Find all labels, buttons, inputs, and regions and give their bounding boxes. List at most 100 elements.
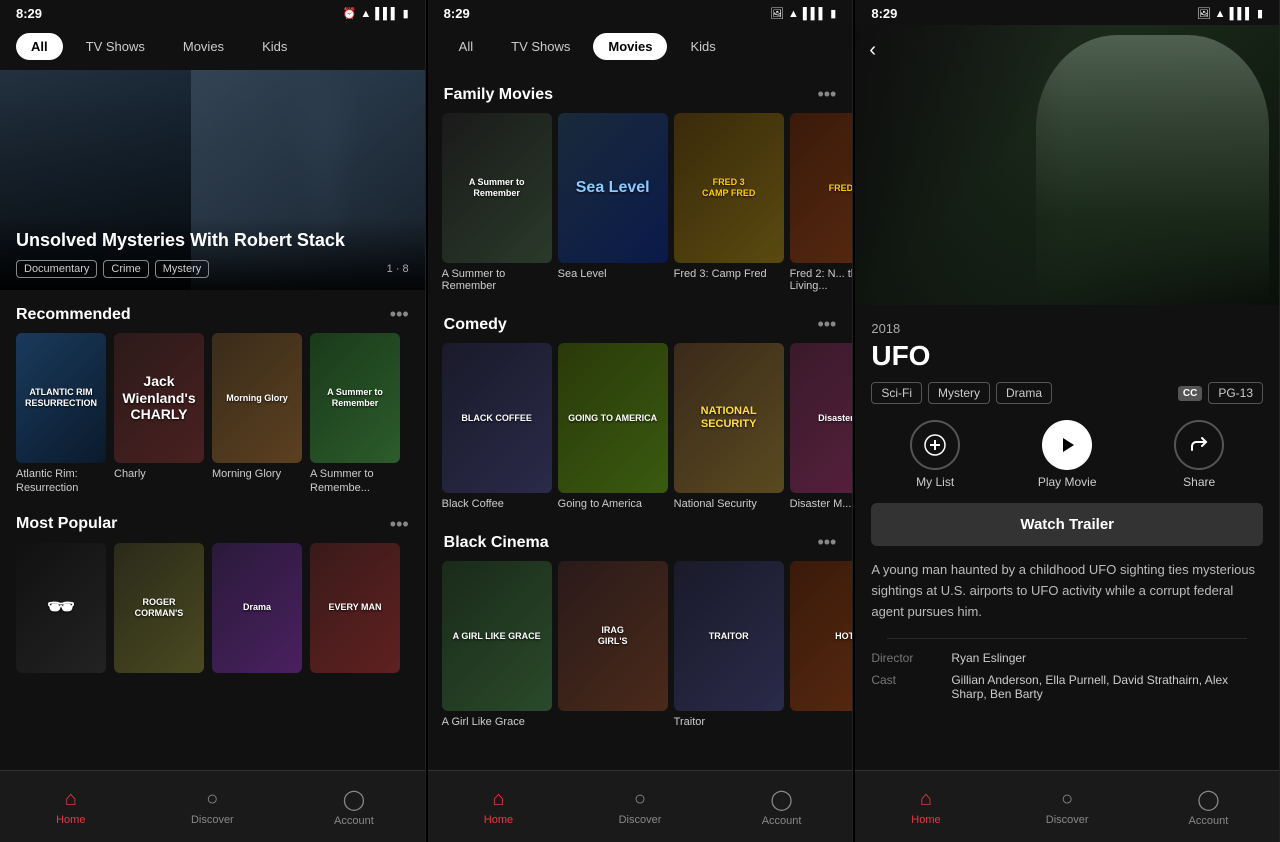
family-more-btn[interactable]: •••: [817, 84, 836, 105]
movie-label: Atlantic Rim: Resurrection: [16, 467, 106, 496]
nav-discover-3[interactable]: ○ Discover: [997, 771, 1138, 842]
list-item[interactable]: A Summer to Remember A Summer to Remembe…: [310, 333, 400, 496]
account-icon-2: ◯: [770, 787, 792, 812]
hero-banner-1[interactable]: Unsolved Mysteries With Robert Stack Doc…: [0, 70, 425, 290]
battery-icon-2: ▮: [830, 7, 836, 20]
nav-label-discover-3: Discover: [1046, 814, 1089, 826]
list-item[interactable]: HOT: [790, 561, 853, 728]
movie-thumb: GOING TO AMERICA: [558, 343, 668, 493]
hero-tag-crime[interactable]: Crime: [103, 260, 148, 278]
tab-all-2[interactable]: All: [444, 33, 488, 60]
bottom-nav-1: ⌂ Home ○ Discover ◯ Account: [0, 770, 425, 842]
list-item[interactable]: ROGER CORMAN'S: [114, 543, 204, 677]
account-icon: ◯: [343, 787, 365, 812]
nav-account-3[interactable]: ◯ Account: [1138, 771, 1279, 842]
popular-scroll[interactable]: 🕶 ROGER CORMAN'S Drama EVERY MAN: [0, 543, 425, 681]
nav-discover-2[interactable]: ○ Discover: [569, 771, 711, 842]
tab-movies-1[interactable]: Movies: [168, 33, 239, 60]
detail-hero: ‹: [855, 25, 1279, 305]
hero-tag-mystery[interactable]: Mystery: [155, 260, 210, 278]
family-movies-row[interactable]: A Summer to Remember A Summer to Remembe…: [428, 113, 853, 300]
nav-home-3[interactable]: ⌂ Home: [855, 771, 996, 842]
tab-kids-1[interactable]: Kids: [247, 33, 302, 60]
scroll-content-1[interactable]: Recommended ••• ATLANTIC RIM RESURRECTIO…: [0, 290, 425, 842]
recommended-more-btn[interactable]: •••: [390, 304, 409, 325]
share-action[interactable]: Share: [1174, 420, 1224, 489]
list-item[interactable]: 🕶: [16, 543, 106, 677]
list-item[interactable]: Drama: [212, 543, 302, 677]
list-item[interactable]: IRAGGIRL'S: [558, 561, 668, 728]
tab-all-1[interactable]: All: [16, 33, 63, 60]
movie-thumb: Morning Glory: [212, 333, 302, 463]
movie-thumb: A Summer to Remember: [310, 333, 400, 463]
list-item[interactable]: BLACK COFFEE Black Coffee: [442, 343, 552, 510]
share-icon: [1174, 420, 1224, 470]
cast-key: Cast: [871, 673, 951, 701]
tab-tvshows-1[interactable]: TV Shows: [71, 33, 160, 60]
movie-label: Fred 2: N... the Living...: [790, 268, 853, 292]
signal-icon-3: ▌▌▌: [1230, 8, 1253, 20]
movie-thumb: TRAITOR: [674, 561, 784, 711]
list-item[interactable]: FRED 3CAMP FRED Fred 3: Camp Fred: [674, 113, 784, 292]
director-value: Ryan Eslinger: [951, 651, 1263, 665]
section-header-popular: Most Popular •••: [0, 500, 425, 543]
nav-tabs-2: All TV Shows Movies Kids: [428, 25, 853, 70]
hero-tag-documentary[interactable]: Documentary: [16, 260, 97, 278]
tag-scifi[interactable]: Sci-Fi: [871, 382, 922, 404]
nav-home-1[interactable]: ⌂ Home: [0, 771, 142, 842]
nav-label-account-3: Account: [1189, 815, 1229, 827]
list-item[interactable]: Morning Glory Morning Glory: [212, 333, 302, 496]
nav-account-1[interactable]: ◯ Account: [283, 771, 425, 842]
tag-drama[interactable]: Drama: [996, 382, 1052, 404]
blackcinema-more-btn[interactable]: •••: [817, 532, 836, 553]
list-item[interactable]: FRED 2 Fred 2: N... the Living...: [790, 113, 853, 292]
wifi-icon-3: ▲: [1215, 8, 1226, 20]
popular-more-btn[interactable]: •••: [390, 514, 409, 535]
nav-account-2[interactable]: ◯ Account: [711, 771, 853, 842]
nav-label-discover-2: Discover: [619, 814, 662, 826]
list-item[interactable]: Jack Wienland'sCHARLY Charly: [114, 333, 204, 496]
status-icons-1: ⏰ ▲ ▌▌▌ ▮: [343, 7, 409, 20]
nav-label-home-3: Home: [911, 814, 940, 826]
photo-icon: 🖼: [770, 7, 784, 20]
list-item[interactable]: Sea Level Sea Level: [558, 113, 668, 292]
detail-content[interactable]: 2018 UFO Sci-Fi Mystery Drama CC PG-13: [855, 305, 1279, 842]
nav-home-2[interactable]: ⌂ Home: [428, 771, 570, 842]
list-item[interactable]: Disaster M... Disaster M...: [790, 343, 853, 510]
section-title-family: Family Movies: [444, 86, 553, 104]
phone-panel-3: 8:29 🖼 ▲ ▌▌▌ ▮ ‹ 2018 UFO Sci-Fi Mystery…: [855, 0, 1280, 842]
list-item[interactable]: GOING TO AMERICA Going to America: [558, 343, 668, 510]
list-item[interactable]: A Summer to Remember A Summer to Remembe…: [442, 113, 552, 292]
playmovie-action[interactable]: Play Movie: [1038, 420, 1097, 489]
movie-thumb: Disaster M...: [790, 343, 853, 493]
tab-tvshows-2[interactable]: TV Shows: [496, 33, 585, 60]
section-list-2[interactable]: Family Movies ••• A Summer to Remember A…: [428, 70, 853, 842]
mylist-action[interactable]: My List: [910, 420, 960, 489]
director-key: Director: [871, 651, 951, 665]
list-item[interactable]: EVERY MAN: [310, 543, 400, 677]
watch-trailer-button[interactable]: Watch Trailer: [871, 503, 1263, 546]
wifi-icon: ▲: [360, 8, 371, 20]
discover-icon-2: ○: [634, 788, 646, 811]
comedy-movies-row[interactable]: BLACK COFFEE Black Coffee GOING TO AMERI…: [428, 343, 853, 518]
back-button[interactable]: ‹: [869, 39, 876, 62]
list-item[interactable]: ATLANTIC RIM RESURRECTION Atlantic Rim: …: [16, 333, 106, 496]
tab-movies-2[interactable]: Movies: [593, 33, 667, 60]
status-time-2: 8:29: [444, 6, 470, 21]
section-title-blackcinema: Black Cinema: [444, 534, 549, 552]
blackcinema-movies-row[interactable]: A GIRL LIKE GRACE A Girl Like Grace IRAG…: [428, 561, 853, 736]
bottom-nav-2: ⌂ Home ○ Discover ◯ Account: [428, 770, 853, 842]
recommended-scroll[interactable]: ATLANTIC RIM RESURRECTION Atlantic Rim: …: [0, 333, 425, 500]
list-item[interactable]: TRAITOR Traitor: [674, 561, 784, 728]
section-header-comedy: Comedy •••: [428, 300, 853, 343]
list-item[interactable]: A GIRL LIKE GRACE A Girl Like Grace: [442, 561, 552, 728]
tag-mystery[interactable]: Mystery: [928, 382, 990, 404]
tab-kids-2[interactable]: Kids: [675, 33, 730, 60]
director-row: Director Ryan Eslinger: [871, 651, 1263, 665]
phone-panel-2: 8:29 🖼 ▲ ▌▌▌ ▮ All TV Shows Movies Kids …: [428, 0, 854, 842]
status-icons-2: 🖼 ▲ ▌▌▌ ▮: [770, 7, 836, 20]
nav-discover-1[interactable]: ○ Discover: [142, 771, 284, 842]
comedy-more-btn[interactable]: •••: [817, 314, 836, 335]
list-item[interactable]: NATIONAL SECURITY National Security: [674, 343, 784, 510]
movie-thumb: A GIRL LIKE GRACE: [442, 561, 552, 711]
